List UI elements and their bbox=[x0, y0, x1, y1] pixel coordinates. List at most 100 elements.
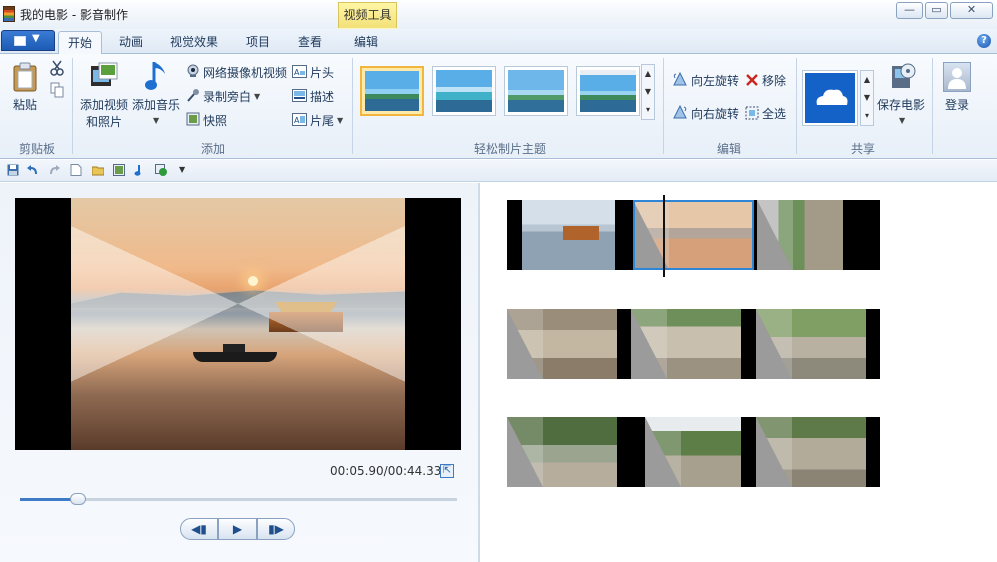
seek-thumb[interactable] bbox=[70, 493, 87, 505]
share-more-icon[interactable]: ▾ bbox=[861, 107, 873, 125]
play-button[interactable]: ▶ bbox=[218, 518, 257, 540]
credits-button[interactable]: 片尾 bbox=[310, 112, 334, 129]
select-all-button[interactable]: 全选 bbox=[762, 105, 786, 122]
group-separator bbox=[932, 58, 933, 154]
add-music-dropdown-icon[interactable]: ▼ bbox=[153, 116, 159, 125]
undo-icon[interactable] bbox=[27, 164, 39, 176]
save-icon[interactable] bbox=[7, 164, 19, 176]
remove-icon[interactable] bbox=[745, 73, 759, 87]
sign-in-button[interactable]: 登录 bbox=[945, 96, 969, 113]
save-movie-icon[interactable] bbox=[890, 62, 916, 90]
group-separator bbox=[72, 58, 73, 154]
rotate-right-icon[interactable] bbox=[672, 104, 688, 119]
rotate-right-button[interactable]: 向右旋转 bbox=[691, 105, 739, 122]
save-movie-dropdown-icon[interactable]: ▼ bbox=[899, 116, 905, 125]
app-film-icon[interactable] bbox=[3, 6, 15, 22]
group-label-editing: 编辑 bbox=[716, 142, 741, 156]
svg-text:A: A bbox=[294, 116, 300, 125]
timecode-readout: 00:05.90/00:44.33 bbox=[330, 464, 442, 478]
save-movie-button[interactable]: 保存电影 bbox=[877, 96, 925, 113]
open-project-icon[interactable] bbox=[91, 164, 105, 176]
add-video-button[interactable]: 添加视频 bbox=[80, 96, 128, 113]
qat-customize-icon[interactable]: ▼ bbox=[179, 165, 191, 177]
snapshot-icon[interactable] bbox=[186, 112, 200, 126]
transition-icon[interactable] bbox=[756, 417, 792, 487]
music-note-icon[interactable] bbox=[145, 60, 169, 92]
gallery-down-icon[interactable]: ▼ bbox=[642, 83, 654, 101]
transition-icon[interactable] bbox=[507, 309, 543, 379]
tab-visual-effects[interactable]: 视觉效果 bbox=[163, 31, 225, 54]
theme-thumbnail-1[interactable] bbox=[360, 66, 424, 116]
credits-dropdown-icon[interactable]: ▼ bbox=[337, 116, 343, 125]
record-narration-button[interactable]: 录制旁白 bbox=[203, 88, 251, 105]
transition-icon[interactable] bbox=[507, 417, 543, 487]
rotate-left-button[interactable]: 向左旋转 bbox=[691, 72, 739, 89]
select-all-icon[interactable] bbox=[745, 106, 759, 120]
paste-icon[interactable] bbox=[12, 62, 38, 92]
new-project-icon[interactable] bbox=[70, 164, 82, 176]
credits-icon[interactable]: A bbox=[292, 113, 307, 126]
microphone-icon[interactable] bbox=[186, 88, 200, 102]
add-video-button-line2[interactable]: 和照片 bbox=[86, 113, 122, 130]
next-frame-button[interactable]: ▮▶ bbox=[257, 518, 295, 540]
seek-bar[interactable] bbox=[20, 493, 457, 505]
context-tab-video-tools: 视频工具 bbox=[338, 2, 397, 29]
title-button[interactable]: 片头 bbox=[310, 64, 334, 81]
share-scroll[interactable]: ▲ ▼ ▾ bbox=[860, 70, 874, 126]
snapshot-qat-icon[interactable] bbox=[113, 164, 125, 176]
title-bar bbox=[0, 0, 997, 29]
document-icon bbox=[14, 36, 26, 46]
rotate-left-icon[interactable] bbox=[672, 71, 688, 86]
transition-icon[interactable] bbox=[757, 200, 793, 270]
video-preview[interactable] bbox=[15, 198, 461, 450]
storyboard-row-2 bbox=[507, 309, 880, 379]
theme-thumbnail-2[interactable] bbox=[432, 66, 496, 116]
minimize-button[interactable]: — bbox=[896, 2, 923, 19]
gallery-more-icon[interactable]: ▾ bbox=[642, 101, 654, 119]
webcam-icon[interactable] bbox=[186, 64, 200, 78]
onedrive-share-tile[interactable] bbox=[802, 70, 858, 126]
caption-icon[interactable] bbox=[292, 89, 307, 102]
gallery-scroll[interactable]: ▲ ▼ ▾ bbox=[641, 64, 655, 120]
transition-icon[interactable] bbox=[631, 309, 667, 379]
caption-button[interactable]: 描述 bbox=[310, 88, 334, 105]
snapshot-button[interactable]: 快照 bbox=[203, 112, 227, 129]
share-up-icon[interactable]: ▲ bbox=[861, 71, 873, 89]
narration-dropdown-icon[interactable]: ▼ bbox=[254, 92, 260, 101]
tab-animations[interactable]: 动画 bbox=[108, 31, 154, 54]
transition-icon[interactable] bbox=[756, 309, 792, 379]
previous-frame-button[interactable]: ◀▮ bbox=[180, 518, 218, 540]
remove-button[interactable]: 移除 bbox=[762, 72, 786, 89]
playhead[interactable] bbox=[663, 195, 665, 277]
maximize-button[interactable]: ▭ bbox=[925, 2, 948, 19]
redo-icon[interactable] bbox=[48, 164, 60, 176]
webcam-video-button[interactable]: 网络摄像机视频 bbox=[203, 64, 287, 81]
close-button[interactable]: ✕ bbox=[950, 2, 993, 19]
help-icon[interactable]: ? bbox=[977, 34, 991, 48]
file-menu-button[interactable]: ▼ bbox=[1, 30, 55, 51]
copy-icon[interactable] bbox=[50, 82, 64, 98]
publish-qat-icon[interactable] bbox=[155, 164, 167, 176]
share-down-icon[interactable]: ▼ bbox=[861, 89, 873, 107]
paste-button[interactable]: 粘贴 bbox=[13, 96, 37, 113]
add-video-photo-icon[interactable] bbox=[90, 62, 118, 90]
title-icon[interactable]: A bbox=[292, 65, 307, 78]
tab-edit[interactable]: 编辑 bbox=[344, 31, 388, 54]
boat-thumbnail bbox=[563, 226, 599, 240]
group-separator bbox=[796, 58, 797, 154]
group-label-share: 共享 bbox=[850, 142, 875, 156]
cut-icon[interactable] bbox=[50, 60, 64, 76]
tab-project[interactable]: 项目 bbox=[236, 31, 280, 54]
theme-thumbnail-3[interactable] bbox=[504, 66, 568, 116]
group-label-clipboard: 剪贴板 bbox=[18, 142, 55, 156]
chevron-down-icon: ▼ bbox=[32, 33, 40, 44]
music-qat-icon[interactable] bbox=[134, 164, 146, 176]
theme-thumbnail-4[interactable] bbox=[576, 66, 640, 116]
user-avatar-icon[interactable] bbox=[943, 62, 971, 92]
fullscreen-icon[interactable]: ⇱ bbox=[440, 464, 454, 478]
tab-view[interactable]: 查看 bbox=[288, 31, 332, 54]
transition-icon[interactable] bbox=[645, 417, 681, 487]
tab-home[interactable]: 开始 bbox=[58, 31, 102, 54]
gallery-up-icon[interactable]: ▲ bbox=[642, 65, 654, 83]
add-music-button[interactable]: 添加音乐 bbox=[132, 96, 180, 113]
